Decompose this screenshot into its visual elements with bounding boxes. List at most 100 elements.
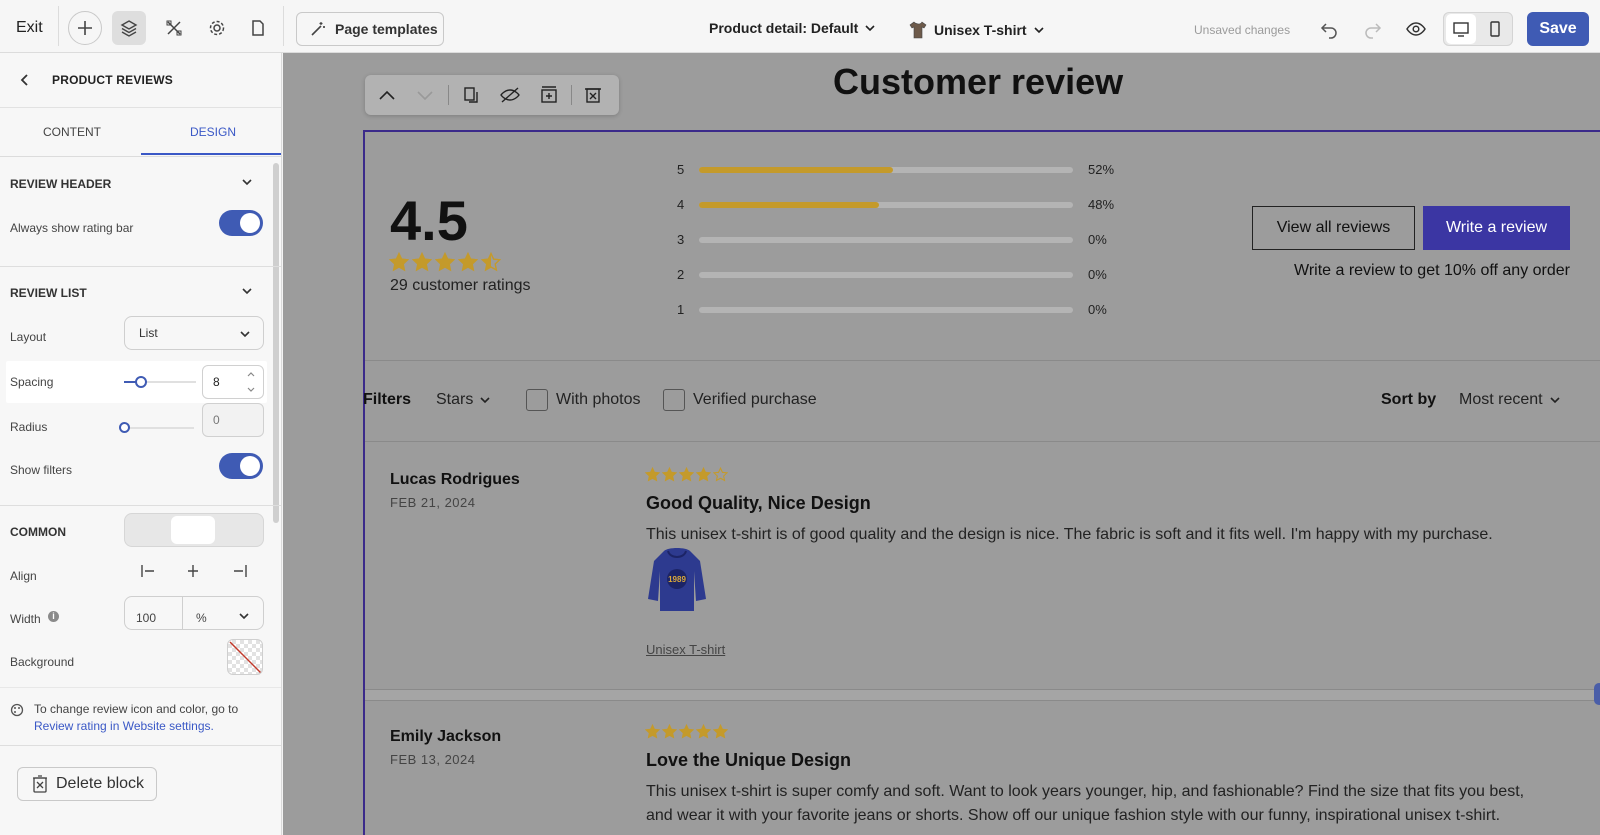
width-unit-select[interactable]: % (196, 611, 207, 625)
mobile-view-button[interactable] (1480, 14, 1510, 44)
chevron-down-icon[interactable] (240, 175, 254, 189)
gear-icon (209, 20, 225, 36)
panel-title: PRODUCT REVIEWS (52, 73, 174, 87)
divider (365, 700, 1600, 701)
preview-button[interactable] (1399, 12, 1433, 46)
layout-value: List (139, 326, 158, 340)
hoodie-print-text: 1989 (668, 575, 686, 584)
view-all-reviews-button[interactable]: View all reviews (1252, 206, 1415, 250)
rating-bar-1 (699, 307, 1073, 313)
stars-filter-dropdown[interactable]: Stars (436, 391, 491, 409)
page-icon (252, 20, 264, 36)
redo-button[interactable] (1356, 12, 1390, 46)
align-right-icon[interactable] (232, 563, 248, 579)
settings-button[interactable] (200, 11, 234, 45)
promo-text: Write a review to get 10% off any order (1294, 262, 1570, 279)
show-filters-toggle[interactable] (219, 453, 263, 479)
review-product-link[interactable]: Unisex T-shirt (646, 642, 725, 657)
review-body-line-2: and wear it with your favorite jeans or … (646, 807, 1501, 824)
exit-button[interactable]: Exit (16, 19, 43, 37)
sort-by-label: Sort by (1381, 391, 1437, 408)
radius-input[interactable]: 0 (202, 403, 264, 437)
product-selector-label: Unisex T-shirt (934, 22, 1027, 38)
divider (0, 687, 281, 688)
page-selector[interactable]: Product detail: Default (709, 20, 876, 36)
star-half-icon (481, 252, 501, 272)
review-date: FEB 13, 2024 (390, 752, 476, 767)
add-element-button[interactable] (68, 11, 102, 45)
pages-button[interactable] (241, 11, 275, 45)
desktop-view-button[interactable] (1446, 14, 1476, 44)
divider (0, 505, 281, 506)
desktop-icon (1453, 22, 1469, 37)
reviewer-name: Emily Jackson (390, 728, 502, 745)
align-center-button[interactable] (171, 516, 215, 544)
sort-dropdown[interactable]: Most recent (1459, 391, 1561, 409)
width-value[interactable]: 100 (136, 611, 156, 625)
write-review-button[interactable]: Write a review (1423, 206, 1570, 250)
page-selector-label: Product detail: Default (709, 20, 859, 36)
verified-purchase-label[interactable]: Verified purchase (693, 391, 817, 409)
info-message: To change review icon and color, go to (34, 702, 239, 716)
width-label: Width (10, 612, 41, 626)
layout-select[interactable]: List (124, 316, 264, 350)
spacing-slider-handle[interactable] (135, 376, 147, 388)
star-full-icon (679, 467, 694, 482)
bar-label-2: 2 (677, 267, 685, 282)
divider (448, 85, 449, 105)
tools-button[interactable] (157, 11, 191, 45)
background-label: Background (10, 655, 75, 669)
resize-handle[interactable] (1594, 683, 1600, 705)
palette-icon (10, 703, 24, 717)
divider (182, 597, 183, 629)
always-show-rating-bar-label: Always show rating bar (10, 221, 134, 235)
verified-purchase-checkbox[interactable] (663, 389, 685, 411)
delete-icon[interactable] (583, 85, 603, 105)
always-show-rating-bar-toggle[interactable] (219, 210, 263, 236)
sidebar-scrollbar[interactable] (273, 163, 279, 523)
undo-button[interactable] (1312, 12, 1346, 46)
move-down-icon[interactable] (415, 86, 435, 104)
star-full-icon (679, 724, 694, 739)
hide-icon[interactable] (499, 85, 521, 105)
stepper-arrows-icon[interactable] (246, 369, 256, 395)
spacing-row: Spacing 8 (6, 361, 267, 403)
tab-content[interactable]: CONTENT (43, 125, 101, 139)
with-photos-label[interactable]: With photos (556, 391, 640, 409)
align-label: Align (10, 569, 37, 583)
delete-block-button[interactable]: Delete block (17, 767, 157, 801)
duplicate-icon[interactable] (461, 85, 481, 105)
star-full-icon (435, 252, 455, 272)
back-arrow-icon[interactable] (18, 73, 32, 87)
layers-button[interactable] (112, 11, 146, 45)
sort-value: Most recent (1459, 391, 1543, 408)
background-color-swatch[interactable] (227, 639, 263, 675)
align-center-icon (188, 565, 198, 577)
rating-bar-4 (699, 202, 1073, 208)
add-section-icon[interactable] (539, 85, 561, 105)
review-stars (645, 467, 730, 483)
chevron-down-icon (480, 397, 490, 404)
align-left-icon[interactable] (140, 563, 156, 579)
info-icon[interactable]: i (48, 611, 59, 622)
rating-bar-fill-4 (699, 202, 879, 208)
product-photo-hoodie[interactable]: 1989 (646, 545, 708, 615)
active-tab-indicator (141, 153, 281, 155)
reviewer-name: Lucas Rodrigues (390, 471, 520, 488)
bar-pct-3: 0% (1088, 232, 1107, 247)
divider (365, 360, 1600, 361)
move-up-icon[interactable] (377, 86, 397, 104)
with-photos-checkbox[interactable] (526, 389, 548, 411)
top-toolbar: Exit Page templates Product detail: Defa… (0, 0, 1600, 53)
tools-icon (166, 20, 182, 36)
radius-slider-handle[interactable] (119, 422, 130, 433)
product-selector[interactable]: Unisex T-shirt (908, 20, 1045, 40)
average-stars (389, 252, 504, 272)
page-templates-button[interactable]: Page templates (296, 12, 444, 46)
tab-design[interactable]: DESIGN (190, 125, 236, 139)
chevron-down-icon[interactable] (240, 284, 254, 298)
website-settings-link[interactable]: Review rating in Website settings. (34, 718, 238, 735)
review-body-line-1: This unisex t-shirt is super comfy and s… (646, 783, 1525, 800)
chevron-down-icon (240, 331, 250, 338)
save-button[interactable]: Save (1527, 12, 1589, 46)
